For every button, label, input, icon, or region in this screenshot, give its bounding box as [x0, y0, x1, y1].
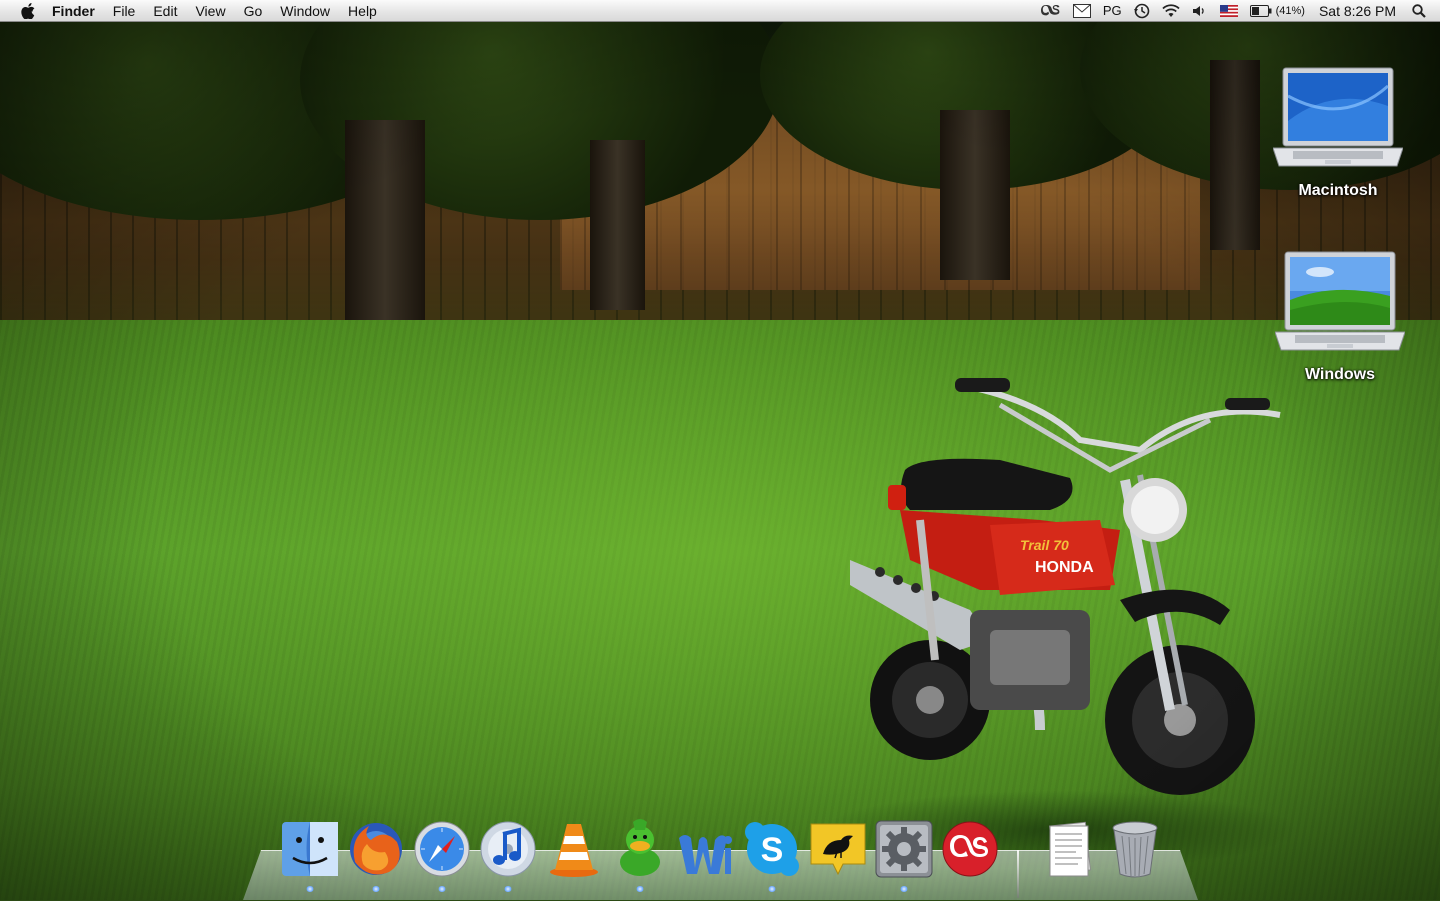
menu-help[interactable]: Help [339, 0, 386, 22]
mail-menu-icon[interactable] [1067, 0, 1097, 22]
tweetie-icon [810, 823, 866, 876]
battery-icon[interactable]: (41%) [1244, 0, 1311, 22]
menu-bar: Finder File Edit View Go Window Help PG [0, 0, 1440, 22]
dock-item-skype[interactable]: S [741, 818, 803, 880]
system-preferences-icon [875, 820, 933, 878]
vlc-icon [550, 824, 598, 877]
dock-separator [1017, 850, 1019, 898]
dock-item-trash[interactable] [1104, 818, 1166, 880]
spotlight-search-icon[interactable] [1406, 0, 1440, 22]
volume-icon[interactable] [1186, 0, 1214, 22]
dock-item-documents[interactable] [1038, 818, 1100, 880]
dock-item-finder[interactable] [279, 818, 341, 880]
menu-view[interactable]: View [186, 0, 234, 22]
us-flag-icon[interactable] [1214, 0, 1244, 22]
dock-item-adium[interactable] [609, 818, 671, 880]
menu-file[interactable]: File [104, 0, 145, 22]
menu-go[interactable]: Go [235, 0, 272, 22]
dock-item-word[interactable] [675, 818, 737, 880]
menu-edit[interactable]: Edit [144, 0, 186, 22]
skype-icon: S [745, 822, 799, 876]
documents-stack-icon [1049, 821, 1091, 877]
dock-item-itunes[interactable] [477, 818, 539, 880]
adium-icon [620, 819, 660, 876]
desktop-icon-label: Macintosh [1298, 182, 1378, 199]
firefox-icon [350, 823, 402, 875]
desktop-wallpaper: Trail 70 HONDA [0, 0, 1440, 900]
menu-clock[interactable]: Sat 8:26 PM [1311, 0, 1406, 22]
finder-icon [282, 822, 338, 876]
windows-drive-icon [1275, 251, 1405, 351]
time-machine-icon[interactable] [1128, 0, 1156, 22]
desktop-icon-macintosh[interactable]: Macintosh [1268, 60, 1408, 200]
dock-item-tweetie[interactable] [807, 818, 869, 880]
input-menu-label[interactable]: PG [1097, 0, 1128, 22]
lastfm-menu-icon[interactable] [1035, 0, 1067, 22]
desktop-icon-label: Windows [1304, 366, 1376, 383]
wifi-icon[interactable] [1156, 0, 1186, 22]
dock-item-safari[interactable] [411, 818, 473, 880]
menu-window[interactable]: Window [271, 0, 339, 22]
wallpaper-vignette [0, 0, 1440, 900]
trash-icon [1112, 821, 1158, 878]
dock-item-firefox[interactable] [345, 818, 407, 880]
dock-item-lastfm[interactable] [939, 818, 1001, 880]
word-icon [679, 835, 732, 874]
apple-menu-icon[interactable] [18, 2, 38, 20]
lastfm-icon [942, 821, 998, 877]
macbook-drive-icon [1273, 67, 1403, 167]
battery-percentage: (41%) [1275, 4, 1305, 17]
safari-icon [414, 821, 470, 877]
svg-text:S: S [761, 831, 784, 869]
desktop-icon-windows[interactable]: Windows [1270, 244, 1410, 384]
menu-app-finder[interactable]: Finder [52, 0, 104, 22]
dock-item-vlc[interactable] [543, 818, 605, 880]
menu-extras: PG (41%) Sat 8:26 PM [1035, 0, 1440, 22]
dock-item-system-preferences[interactable] [873, 818, 935, 880]
itunes-icon [480, 821, 536, 877]
